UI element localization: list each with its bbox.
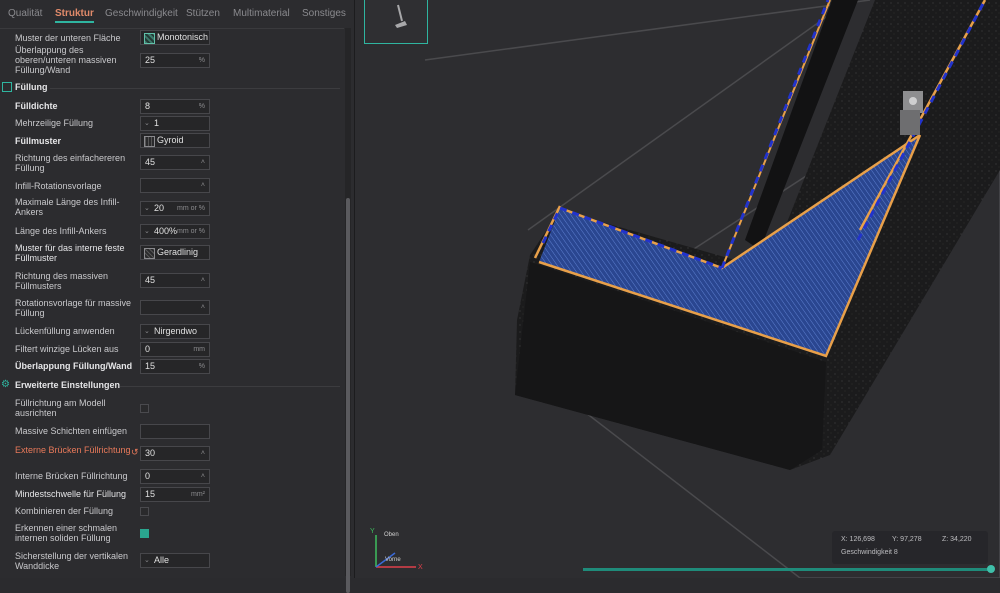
chevron-icon: ˄ [200,473,205,480]
insert-solid-layers-input[interactable] [140,424,210,439]
rectilinear-pattern-icon [144,248,155,259]
sliced-model-view [375,0,1000,578]
infill-density-input[interactable]: 8 % [140,99,210,114]
setting-label: Infill-Rotationsvorlage [15,181,102,191]
setting-label: Mehrzeilige Füllung [15,118,94,128]
setting-label: Externe Brücken Füllrichtung [15,445,131,455]
narrow-solid-checkbox[interactable] [140,529,149,538]
setting-label: Länge des Infill-Ankers [15,226,107,236]
solid-direction-input[interactable]: 45 ˄ [140,273,210,288]
max-anchor-input[interactable]: ⌄ 20 mm or % [140,201,210,216]
gap-fill-select[interactable]: ⌄ Nirgendwo [140,324,210,339]
multiline-infill-input[interactable]: ⌄ 1 [140,116,210,131]
infill-rotation-input[interactable]: ˄ [140,178,210,193]
setting-label: Erkennen einer schmalen internen soliden… [15,523,118,543]
scrollbar-thumb[interactable] [346,198,350,593]
chevron-down-icon: ⌄ [144,328,150,335]
internal-bridge-input[interactable]: 0 ˄ [140,469,210,484]
bottom-pattern-select[interactable]: Monotonisch [140,30,210,45]
chevron-icon: ˄ [200,304,205,311]
external-bridge-input[interactable]: 30 ˄ [140,446,210,461]
setting-label: Füllrichtung am Modell ausrichten [15,398,106,418]
chevron-down-icon: ⌄ [144,228,150,235]
axis-x-label: X [418,564,423,571]
gyroid-pattern-icon [144,136,155,147]
settings-tabs: Qualität Struktur Geschwindigkeit Stütze… [0,0,346,29]
anchor-length-input[interactable]: ⌄ 400% mm or % [140,224,210,239]
tab-geschwindigkeit[interactable]: Geschwindigkeit [105,8,178,19]
setting-label: Füllmuster [15,136,62,146]
combine-infill-checkbox[interactable] [140,507,149,516]
object-thumbnail[interactable] [364,0,428,44]
setting-label: Fülldichte [15,101,58,111]
setting-label: Mindestschwelle für Füllung [15,489,127,499]
align-infill-checkbox[interactable] [140,404,149,413]
tab-struktur[interactable]: Struktur [55,8,94,23]
slider-handle[interactable] [987,565,995,573]
internal-solid-pattern-select[interactable]: Geradlinig [140,245,210,260]
coord-z: Z: 34,220 [942,536,972,543]
setting-label: Überlappung des oberen/unteren massiven … [15,45,117,75]
section-erweitert[interactable]: ⚙ Erweiterte Einstellungen [0,378,344,392]
vertical-shell-select[interactable]: ⌄ Alle [140,553,210,568]
settings-panel: Qualität Struktur Geschwindigkeit Stütze… [0,0,355,593]
tab-qualitaet[interactable]: Qualität [8,8,42,19]
3d-viewport[interactable]: Y X Oben Vorne [355,0,1000,578]
tab-multimaterial[interactable]: Multimaterial [233,8,290,19]
reset-icon[interactable]: ↺ [131,447,139,458]
tab-stuetzen[interactable]: Stützen [186,8,220,19]
min-threshold-input[interactable]: 15 mm² [140,487,210,502]
setting-label: Richtung des einfachereren Füllung [15,153,126,173]
infill-section-icon [2,82,12,92]
chevron-icon: ˄ [200,159,205,166]
setting-label: Massive Schichten einfügen [15,426,128,436]
filter-gaps-input[interactable]: 0 mm [140,342,210,357]
coordinates-readout: X: 126,698 Y: 97,278 Z: 34,220 Geschwind… [832,531,988,564]
view-top-label: Oben [384,532,399,538]
setting-label: Überlappung Füllung/Wand [15,361,133,371]
setting-label: Kombinieren der Füllung [15,506,114,516]
chevron-icon: ˄ [200,277,205,284]
section-fuellung[interactable]: Füllung [0,80,344,94]
setting-label: Muster der unteren Fläche [15,33,121,43]
setting-label: Rotationsvorlage für massive Füllung [15,298,132,318]
speed-readout: Geschwindigkeit 8 [841,549,898,556]
chevron-icon: ˄ [200,450,205,457]
solid-overlap-input[interactable]: 25 % [140,53,210,68]
setting-label: Maximale Länge des Infill-Ankers [15,197,120,217]
coord-x: X: 126,698 [841,536,875,543]
chevron-icon: ˄ [200,182,205,189]
axis-y-label: Y [370,528,375,535]
infill-wall-overlap-input[interactable]: 15 % [140,359,210,374]
setting-label: Muster für das interne feste Füllmuster [15,243,125,263]
solid-rotation-input[interactable]: ˄ [140,300,210,315]
advanced-settings-icon: ⚙ [1,379,10,390]
chevron-down-icon: ⌄ [144,205,150,212]
setting-label: Richtung des massiven Füllmusters [15,271,109,291]
layer-slider[interactable] [583,565,995,573]
view-front-label: Vorne [385,557,401,563]
setting-label: Interne Brücken Füllrichtung [15,471,128,481]
pattern-icon [144,33,155,44]
settings-scrollbar[interactable] [345,28,351,593]
sparse-direction-input[interactable]: 45 ˄ [140,155,210,170]
coord-y: Y: 97,278 [892,536,922,543]
tab-sonstiges[interactable]: Sonstiges [302,8,346,19]
chevron-down-icon: ⌄ [144,557,150,564]
stepper-icon: ⌄ [144,120,150,127]
setting-label: Filtert winzige Lücken aus [15,344,119,354]
setting-label: Lückenfüllung anwenden [15,326,115,336]
setting-label: Sicherstellung der vertikalen Wanddicke [15,551,129,571]
infill-pattern-select[interactable]: Gyroid [140,133,210,148]
